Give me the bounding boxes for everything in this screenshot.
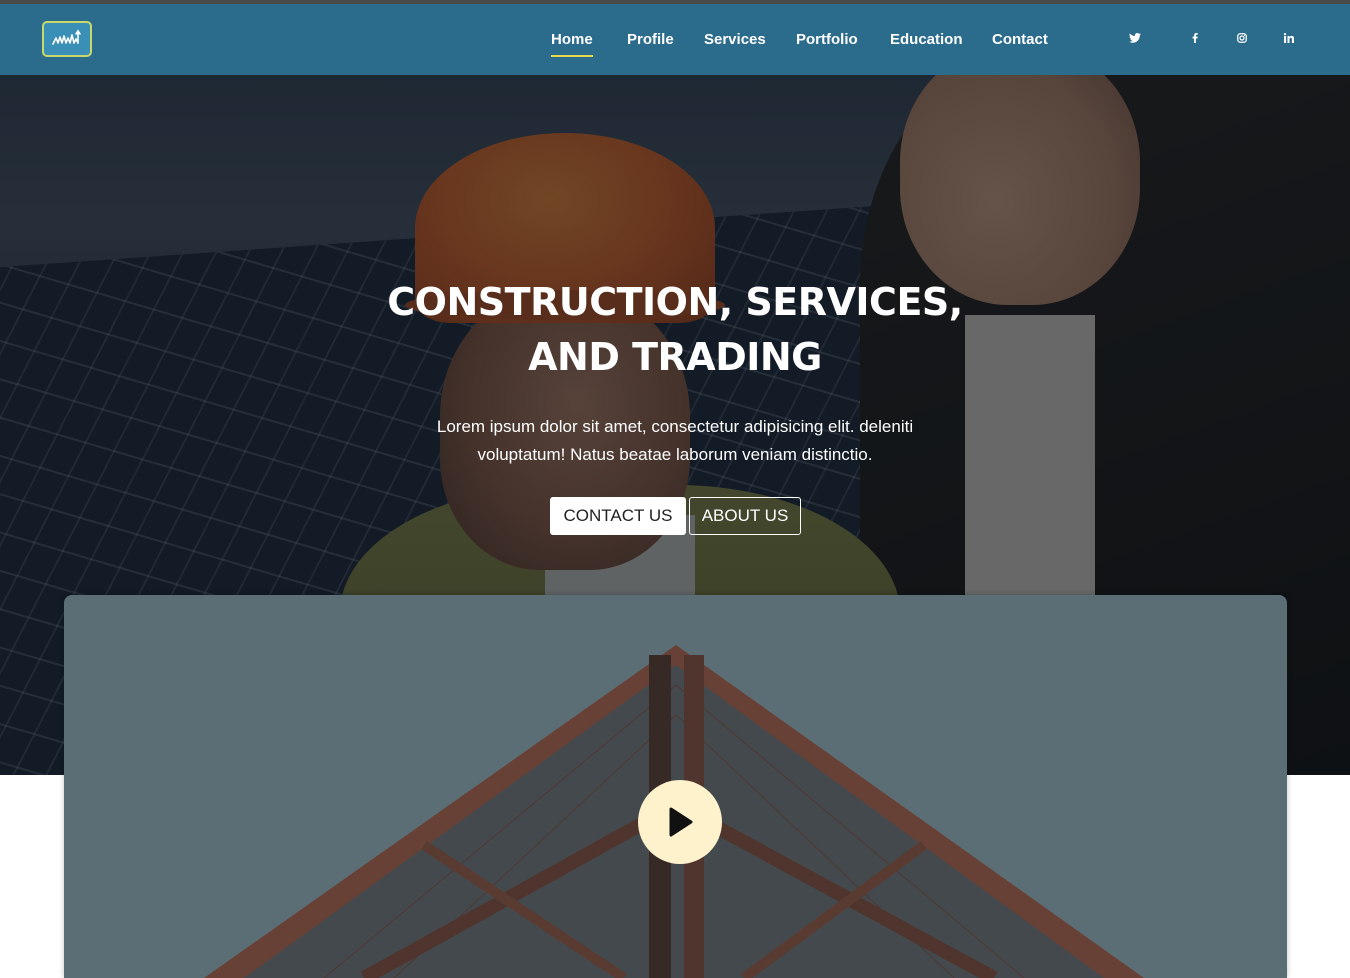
play-icon bbox=[669, 807, 693, 837]
nav-home[interactable]: Home bbox=[551, 27, 593, 57]
logo-icon bbox=[52, 29, 81, 45]
navbar: Home Profile Services Portfolio Educatio… bbox=[0, 4, 1350, 75]
nav-profile[interactable]: Profile bbox=[627, 27, 674, 57]
instagram-icon[interactable] bbox=[1234, 32, 1250, 48]
logo[interactable] bbox=[42, 21, 92, 57]
twitter-icon[interactable] bbox=[1127, 32, 1143, 48]
hero-title-line2: AND TRADING bbox=[528, 335, 822, 379]
about-us-button[interactable]: ABOUT US bbox=[689, 497, 801, 535]
nav-education[interactable]: Education bbox=[890, 27, 963, 57]
play-button[interactable] bbox=[638, 780, 722, 864]
hero-description: Lorem ipsum dolor sit amet, consectetur … bbox=[436, 417, 914, 464]
linkedin-icon[interactable] bbox=[1281, 32, 1297, 48]
nav-contact[interactable]: Contact bbox=[992, 27, 1048, 57]
nav-services[interactable]: Services bbox=[704, 27, 766, 57]
facebook-icon[interactable] bbox=[1187, 32, 1203, 48]
hero-title: CONSTRUCTION, SERVICES, AND TRADING bbox=[375, 275, 975, 385]
contact-us-button[interactable]: CONTACT US bbox=[550, 497, 686, 535]
nav-portfolio[interactable]: Portfolio bbox=[796, 27, 858, 57]
hero-title-line1: CONSTRUCTION, SERVICES, bbox=[387, 280, 963, 324]
video-card bbox=[64, 595, 1287, 978]
